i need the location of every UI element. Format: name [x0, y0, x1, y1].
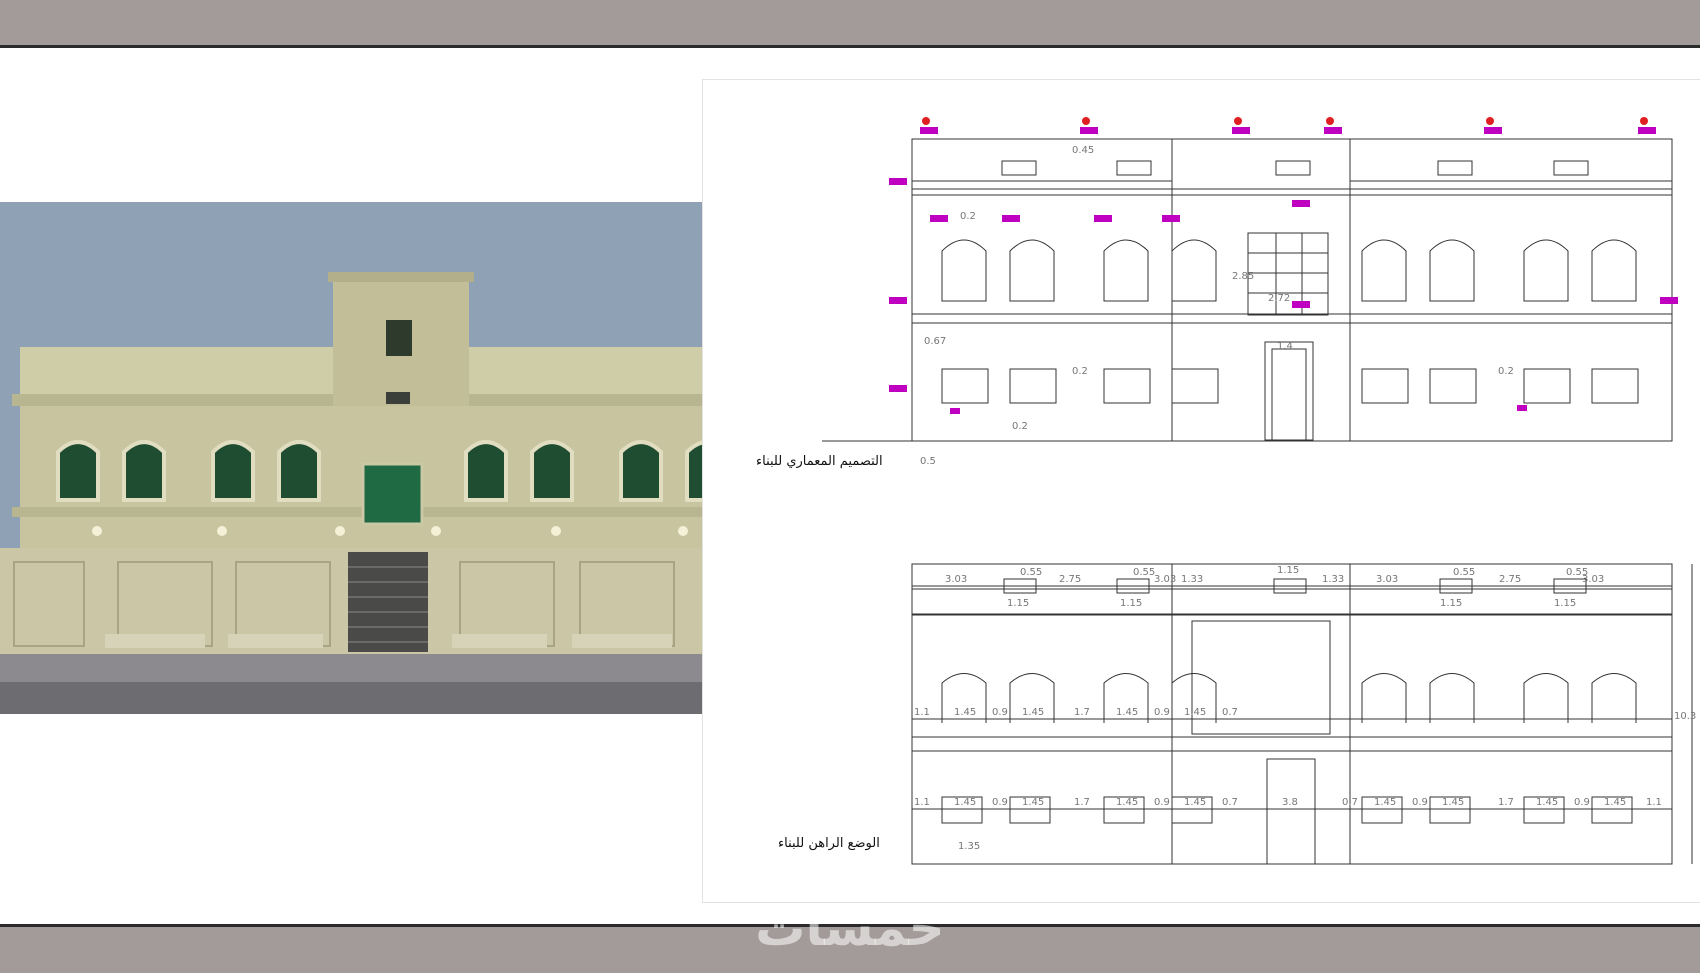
row1-dim-1: 1.45: [954, 707, 976, 718]
cad-elevations: 0.45 0.2 2.85 2.72 1.4 0.67 0.2 0.2 0.2 …: [702, 79, 1700, 901]
architectural-design-label: التصميم المعماري للبناء: [756, 454, 883, 469]
elev-dim-9: 0.5: [920, 456, 936, 467]
top-height-2: 0.55: [1453, 567, 1475, 578]
top-dim-7: 2.75: [1499, 574, 1521, 585]
row2-dim-1: 1.45: [954, 797, 976, 808]
row2-dim-5: 1.45: [1116, 797, 1138, 808]
row1-dim-7: 1.45: [1184, 707, 1206, 718]
row2-dim-12: 0.9: [1412, 797, 1428, 808]
row2-dim-17: 1.45: [1604, 797, 1626, 808]
top-frame-bar: [0, 0, 1700, 48]
row2-dim-15: 1.45: [1536, 797, 1558, 808]
row1-dim-5: 1.45: [1116, 707, 1138, 718]
top-dim-5: 1.33: [1322, 574, 1344, 585]
row2-dim-11: 1.45: [1374, 797, 1396, 808]
row1-dim-2: 0.9: [992, 707, 1008, 718]
row1-dim-3: 1.45: [1022, 707, 1044, 718]
row1-dim-4: 1.7: [1074, 707, 1090, 718]
elev-dim-5: 0.67: [924, 336, 946, 347]
elev-dim-1: 0.2: [960, 211, 976, 222]
top-height-1: 0.55: [1133, 567, 1155, 578]
top-sub-0: 1.15: [1007, 598, 1029, 609]
row2-dim-16: 0.9: [1574, 797, 1590, 808]
row1-dim-6: 0.9: [1154, 707, 1170, 718]
row2-dim-3: 1.45: [1022, 797, 1044, 808]
top-sub-3: 1.15: [1554, 598, 1576, 609]
row2-dim-7: 1.45: [1184, 797, 1206, 808]
top-height-3: 0.55: [1566, 567, 1588, 578]
row2-dim-13: 1.45: [1442, 797, 1464, 808]
height-total-dim: 10.3: [1674, 711, 1696, 722]
row2-dim-18: 1.1: [1646, 797, 1662, 808]
top-dim-3: 1.33: [1181, 574, 1203, 585]
elev-dim-3: 2.72: [1268, 293, 1290, 304]
top-sub-1: 1.15: [1120, 598, 1142, 609]
elev-dim-7: 0.2: [1498, 366, 1514, 377]
top-dim-6: 3.03: [1376, 574, 1398, 585]
row1-dim-0: 1.1: [914, 707, 930, 718]
elev-dim-6: 0.2: [1072, 366, 1088, 377]
current-state-label: الوضع الراهن للبناء: [778, 836, 880, 851]
facade-render-image: [0, 202, 802, 714]
row2-dim-6: 0.9: [1154, 797, 1170, 808]
row1-dim-8: 0.7: [1222, 707, 1238, 718]
elev-dim-8: 0.2: [1012, 421, 1028, 432]
top-height-0: 0.55: [1020, 567, 1042, 578]
row2-dim-8: 0.7: [1222, 797, 1238, 808]
row2-dim-4: 1.7: [1074, 797, 1090, 808]
watermark-logo: خمسات: [755, 899, 945, 957]
row2-dim-0: 1.1: [914, 797, 930, 808]
proposed-elevation: [822, 138, 1673, 442]
row2-dim-2: 0.9: [992, 797, 1008, 808]
elev-dim-2: 2.85: [1232, 271, 1254, 282]
top-dim-1: 2.75: [1059, 574, 1081, 585]
top-dim-2: 3.03: [1154, 574, 1176, 585]
top-dim-0: 3.03: [945, 574, 967, 585]
top-dim-4: 1.15: [1277, 565, 1299, 576]
left-height-dim: 1.35: [958, 841, 980, 852]
row2-dim-10: 0.7: [1342, 797, 1358, 808]
elev-dim-4: 1.4: [1277, 341, 1293, 352]
elev-dim-0: 0.45: [1072, 145, 1094, 156]
top-sub-2: 1.15: [1440, 598, 1462, 609]
row2-dim-14: 1.7: [1498, 797, 1514, 808]
row2-dim-9: 3.8: [1282, 797, 1298, 808]
